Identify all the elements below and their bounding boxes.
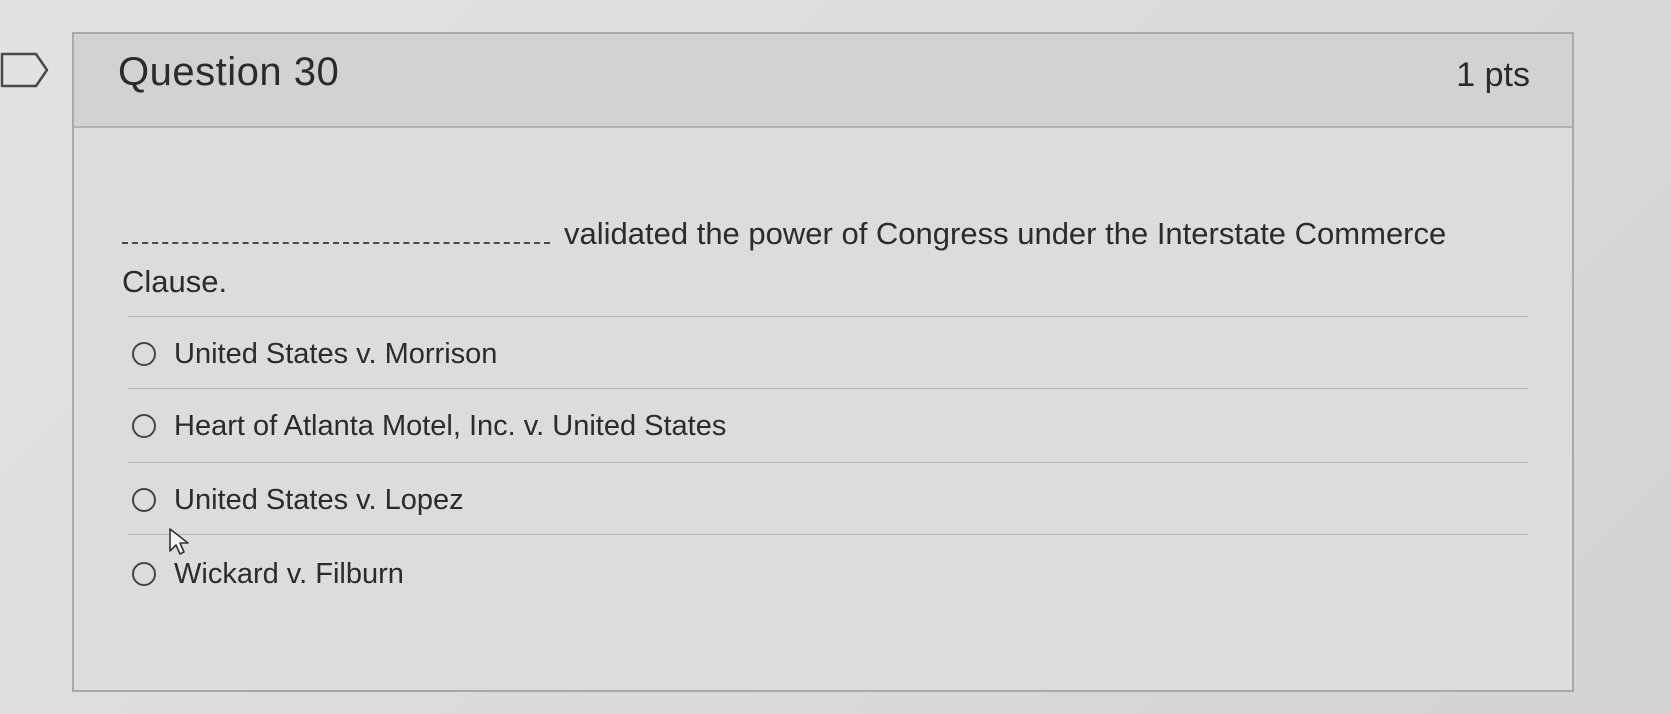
answer-divider xyxy=(128,316,1528,317)
flag-question-icon[interactable] xyxy=(0,52,50,88)
answer-option-3[interactable]: United States v. Lopez xyxy=(132,480,464,520)
fill-in-blank xyxy=(122,212,550,244)
radio-button[interactable] xyxy=(132,488,156,512)
answer-label: Heart of Atlanta Motel, Inc. v. United S… xyxy=(174,409,727,442)
answer-option-2[interactable]: Heart of Atlanta Motel, Inc. v. United S… xyxy=(132,406,726,446)
radio-button[interactable] xyxy=(132,342,156,366)
radio-button[interactable] xyxy=(132,562,156,586)
answer-label: United States v. Lopez xyxy=(174,483,464,516)
question-points: 1 pts xyxy=(1456,56,1530,94)
question-stem: validated the power of Congress under th… xyxy=(122,210,1542,306)
answer-divider xyxy=(128,388,1528,389)
answer-divider xyxy=(128,534,1528,535)
answer-label: United States v. Morrison xyxy=(174,337,498,370)
answer-option-4[interactable]: Wickard v. Filburn xyxy=(132,554,404,594)
mouse-pointer-icon xyxy=(169,528,189,555)
question-title: Question 30 xyxy=(118,50,340,94)
radio-button[interactable] xyxy=(132,414,156,438)
answer-label: Wickard v. Filburn xyxy=(174,557,404,590)
question-card: Question 30 1 pts validated the power of… xyxy=(72,32,1574,692)
answer-option-1[interactable]: United States v. Morrison xyxy=(132,334,497,374)
answer-divider xyxy=(128,462,1528,463)
question-header: Question 30 1 pts xyxy=(74,34,1572,128)
